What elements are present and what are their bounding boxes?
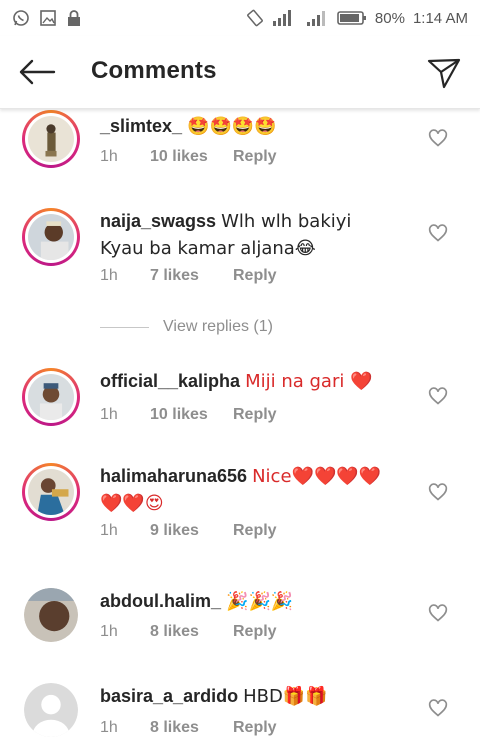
comment-time: 1h	[100, 623, 118, 640]
heart-outline-icon[interactable]	[428, 698, 448, 718]
share-button[interactable]	[424, 56, 464, 90]
avatar-photo	[28, 116, 74, 162]
comment-username[interactable]: official__kalipha	[100, 371, 240, 391]
gallery-icon	[39, 9, 57, 27]
comments-list[interactable]: _slimtex_ 🤩🤩🤩🤩 1h 10 likes Reply naija_s…	[0, 108, 480, 742]
heart-outline-icon[interactable]	[428, 482, 448, 502]
comment-likes[interactable]: 9 likes	[150, 522, 233, 540]
comment-username[interactable]: abdoul.halim_	[100, 591, 221, 611]
page-title: Comments	[91, 57, 217, 84]
comment-time: 1h	[100, 406, 118, 423]
avatar-photo	[28, 214, 74, 260]
avatar-photo	[24, 588, 78, 642]
default-avatar-icon	[24, 683, 78, 737]
view-replies-button[interactable]: View replies (1)	[100, 318, 273, 336]
signal-icon-2	[306, 9, 329, 27]
avatar-photo	[28, 374, 74, 420]
avatar-photo	[28, 469, 74, 515]
comment-likes[interactable]: 10 likes	[150, 148, 233, 166]
avatar[interactable]	[22, 110, 80, 168]
reply-button[interactable]: Reply	[233, 719, 277, 737]
reply-button[interactable]: Reply	[233, 522, 277, 540]
comment-text: abdoul.halim_ 🎉🎉🎉	[100, 588, 400, 615]
comment-text: halimaharuna656 Nice❤️❤️❤️❤️❤️❤️😍	[100, 463, 400, 517]
status-bar: 80% 1:14 AM	[0, 0, 480, 36]
comment-likes[interactable]: 8 likes	[150, 719, 233, 737]
heart-outline-icon[interactable]	[428, 386, 448, 406]
back-button[interactable]	[18, 58, 58, 86]
heart-outline-icon[interactable]	[428, 603, 448, 623]
comment-username[interactable]: halimaharuna656	[100, 466, 247, 486]
comment-meta: 1h 9 likes Reply	[100, 522, 277, 540]
comment-meta: 1h 10 likes Reply	[100, 406, 277, 424]
clock: 1:14 AM	[412, 9, 468, 27]
battery-icon	[337, 10, 367, 26]
comment-time: 1h	[100, 267, 118, 284]
comment-username[interactable]: basira_a_ardido	[100, 686, 238, 706]
avatar[interactable]	[22, 463, 80, 521]
comment-meta: 1h 8 likes Reply	[100, 623, 277, 641]
avatar[interactable]	[24, 683, 78, 737]
comment-text: official__kalipha Miji na gari ❤️	[100, 368, 400, 395]
view-replies-label: View replies (1)	[163, 318, 273, 335]
comment-time: 1h	[100, 148, 118, 165]
comment-username[interactable]: _slimtex_	[100, 116, 182, 136]
comment-text: basira_a_ardido HBD🎁🎁	[100, 683, 400, 710]
comment-body: Miji na gari ❤️	[245, 371, 373, 392]
comment-body: 🎉🎉🎉	[226, 591, 294, 612]
comment-time: 1h	[100, 522, 118, 539]
arrow-left-icon	[19, 59, 56, 85]
comment-time: 1h	[100, 719, 118, 736]
comment-likes[interactable]: 10 likes	[150, 406, 233, 424]
heart-outline-icon[interactable]	[428, 128, 448, 148]
comment-likes[interactable]: 7 likes	[150, 267, 233, 285]
heart-outline-icon[interactable]	[428, 223, 448, 243]
comment-likes[interactable]: 8 likes	[150, 623, 233, 641]
comment-body: HBD🎁🎁	[243, 686, 328, 707]
whatsapp-icon	[12, 9, 30, 27]
comment-text: _slimtex_ 🤩🤩🤩🤩	[100, 113, 400, 140]
comment-username[interactable]: naija_swagss	[100, 211, 216, 231]
divider	[100, 326, 149, 328]
avatar[interactable]	[24, 588, 78, 642]
reply-button[interactable]: Reply	[233, 267, 277, 285]
avatar[interactable]	[22, 208, 80, 266]
comment-meta: 1h 10 likes Reply	[100, 148, 277, 166]
comment-body: 🤩🤩🤩🤩	[187, 116, 277, 137]
signal-icon	[272, 9, 299, 27]
reply-button[interactable]: Reply	[233, 406, 277, 424]
header: Comments	[0, 36, 480, 109]
reply-button[interactable]: Reply	[233, 623, 277, 641]
lock-icon	[66, 9, 82, 27]
comment-text: naija_swagss Wlh wlh bakiyi Kyau ba kama…	[100, 208, 400, 262]
comment-meta: 1h 7 likes Reply	[100, 267, 277, 285]
rotate-icon	[245, 8, 265, 28]
comment-meta: 1h 8 likes Reply	[100, 719, 277, 737]
paper-plane-icon	[427, 58, 461, 89]
reply-button[interactable]: Reply	[233, 148, 277, 166]
battery-percent: 80%	[374, 9, 405, 27]
avatar[interactable]	[22, 368, 80, 426]
